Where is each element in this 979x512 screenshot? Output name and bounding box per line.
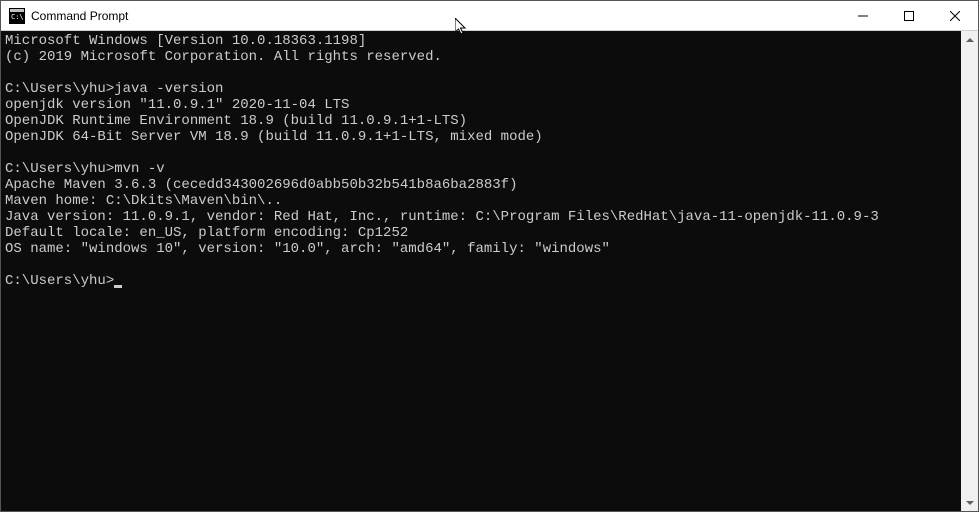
scroll-down-arrow-icon[interactable] bbox=[961, 494, 978, 511]
scroll-up-arrow-icon[interactable] bbox=[961, 31, 978, 48]
terminal-line: OpenJDK Runtime Environment 18.9 (build … bbox=[5, 113, 467, 129]
terminal-cursor bbox=[114, 285, 122, 288]
terminal-line: Java version: 11.0.9.1, vendor: Red Hat,… bbox=[5, 209, 879, 225]
window-title: Command Prompt bbox=[31, 9, 840, 23]
terminal-prompt: C:\Users\yhu> bbox=[5, 273, 114, 289]
window-controls bbox=[840, 1, 978, 30]
terminal-line: OS name: "windows 10", version: "10.0", … bbox=[5, 241, 610, 257]
minimize-button[interactable] bbox=[840, 1, 886, 30]
terminal-line: OpenJDK 64-Bit Server VM 18.9 (build 11.… bbox=[5, 129, 543, 145]
terminal-line: (c) 2019 Microsoft Corporation. All righ… bbox=[5, 49, 442, 65]
terminal-line: Apache Maven 3.6.3 (cecedd343002696d0abb… bbox=[5, 177, 517, 193]
terminal-line: Microsoft Windows [Version 10.0.18363.11… bbox=[5, 33, 366, 49]
terminal-output[interactable]: Microsoft Windows [Version 10.0.18363.11… bbox=[1, 31, 961, 511]
vertical-scrollbar[interactable] bbox=[961, 31, 978, 511]
terminal-line: Maven home: C:\Dkits\Maven\bin\.. bbox=[5, 193, 282, 209]
svg-text:C:\: C:\ bbox=[11, 13, 24, 21]
terminal-line: C:\Users\yhu>mvn -v bbox=[5, 161, 165, 177]
terminal-line: C:\Users\yhu>java -version bbox=[5, 81, 223, 97]
maximize-button[interactable] bbox=[886, 1, 932, 30]
close-button[interactable] bbox=[932, 1, 978, 30]
cmd-icon: C:\ bbox=[9, 8, 25, 24]
terminal-line: Default locale: en_US, platform encoding… bbox=[5, 225, 408, 241]
window-titlebar[interactable]: C:\ Command Prompt bbox=[1, 1, 978, 31]
terminal-line: openjdk version "11.0.9.1" 2020-11-04 LT… bbox=[5, 97, 349, 113]
